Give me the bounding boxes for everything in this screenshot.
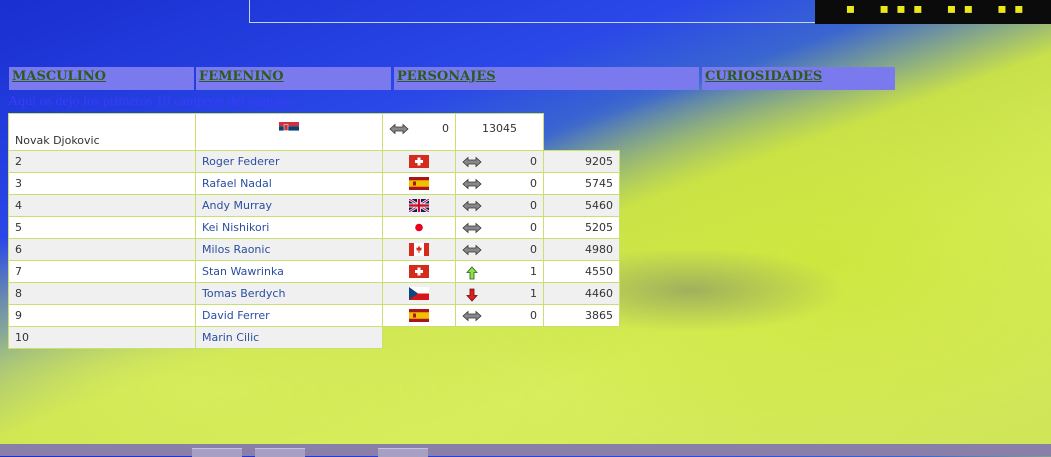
player-name: Rafael Nadal xyxy=(195,172,383,195)
led-clock: ▪ ▪▪▪ ▪▪ ▪▪ xyxy=(815,0,1051,24)
rank-position: 8 xyxy=(8,282,196,305)
rank-change-value: 0 xyxy=(530,221,537,234)
ranking-row: 3 Rafael Nadal 0 5745 xyxy=(8,172,620,195)
rank-position: 6 xyxy=(8,238,196,261)
rank-change-value: 0 xyxy=(530,243,537,256)
player-points: 4460 xyxy=(543,282,620,305)
rank-change-value: 0 xyxy=(442,122,449,135)
nav-link-masculino[interactable]: MASCULINO xyxy=(9,67,194,84)
rank-change-value: 0 xyxy=(530,309,537,322)
arrow-left-right-icon xyxy=(462,244,482,256)
ranking-row: 6 Milos Raonic 0 4980 xyxy=(8,238,620,261)
rank-position: 4 xyxy=(8,194,196,217)
rank-change: 1 xyxy=(455,282,544,305)
player-name: Kei Nishikori xyxy=(195,216,383,239)
flag-cell xyxy=(382,260,456,283)
japan-flag-icon xyxy=(409,221,429,235)
rank-change: 0 xyxy=(455,194,544,217)
taskbar xyxy=(0,444,1051,456)
player-points: 13045 xyxy=(455,113,544,151)
ranking-row: 10 Marin Cilic xyxy=(8,326,620,349)
player-name: Milos Raonic xyxy=(195,238,383,261)
arrow-down-icon xyxy=(462,288,482,302)
player-points: 5205 xyxy=(543,216,620,239)
arrow-left-right-icon xyxy=(462,222,482,234)
rank-change-value: 0 xyxy=(530,155,537,168)
rank-change-value: 1 xyxy=(530,287,537,300)
nav-link-personajes[interactable]: PERSONAJES xyxy=(394,67,699,84)
player-name: David Ferrer xyxy=(195,304,383,327)
rank-change: 0 xyxy=(382,113,456,151)
arrow-left-right-icon xyxy=(462,178,482,190)
rank-position: 2 xyxy=(8,150,196,173)
rank-change: 0 xyxy=(455,150,544,173)
spain-flag-icon xyxy=(409,177,429,191)
flag-cell xyxy=(195,113,383,151)
player-name: Andy Murray xyxy=(195,194,383,217)
player-name: Marin Cilic xyxy=(195,326,383,349)
flag-cell xyxy=(382,194,456,217)
rank-change: 0 xyxy=(455,216,544,239)
rank-change-value: 0 xyxy=(530,199,537,212)
ranking-row: 4 Andy Murray 0 5460 xyxy=(8,194,620,217)
rank-change: 0 xyxy=(455,172,544,195)
player-points: 4550 xyxy=(543,260,620,283)
rank-change-value: 0 xyxy=(530,177,537,190)
flag-cell xyxy=(382,304,456,327)
rank-position: 9 xyxy=(8,304,196,327)
serbia-flag-icon xyxy=(279,121,299,135)
nav-cell-masculino: MASCULINO xyxy=(9,67,194,90)
arrow-left-right-icon xyxy=(462,310,482,322)
top-frame xyxy=(249,0,816,23)
nav-cell-curiosidades: CURIOSIDADES xyxy=(702,67,895,90)
rank-change: 0 xyxy=(455,238,544,261)
flag-cell xyxy=(382,150,456,173)
player-points: 5460 xyxy=(543,194,620,217)
ranking-table: Novak Djokovic 0 13045 2 Roger Federer 0 9205 3… xyxy=(8,113,620,349)
flag-cell xyxy=(382,282,456,305)
arrow-up-icon xyxy=(462,266,482,280)
player-points: 5745 xyxy=(543,172,620,195)
player-name: Stan Wawrinka xyxy=(195,260,383,283)
ranking-row: 8 Tomas Berdych 1 4460 xyxy=(8,282,620,305)
player-name: Tomas Berdych xyxy=(195,282,383,305)
rank-position: 7 xyxy=(8,260,196,283)
rank-position: 10 xyxy=(8,326,196,349)
arrow-left-right-icon xyxy=(462,200,482,212)
nav-cell-personajes: PERSONAJES xyxy=(394,67,699,90)
canada-flag-icon xyxy=(409,243,429,257)
nav-link-curiosidades[interactable]: CURIOSIDADES xyxy=(702,67,895,84)
ranking-row: 2 Roger Federer 0 9205 xyxy=(8,150,620,173)
nav-cell-femenino: FEMENINO xyxy=(196,67,391,90)
flag-cell xyxy=(382,238,456,261)
arrow-left-right-icon xyxy=(389,123,409,135)
rank-change: 1 xyxy=(455,260,544,283)
czech-flag-icon xyxy=(409,287,429,301)
player-points: 4980 xyxy=(543,238,620,261)
arrow-left-right-icon xyxy=(462,156,482,168)
switzerland-flag-icon xyxy=(409,155,429,169)
uk-flag-icon xyxy=(409,199,429,213)
rank-change: 0 xyxy=(455,304,544,327)
player-name: Roger Federer xyxy=(195,150,383,173)
nav-link-femenino[interactable]: FEMENINO xyxy=(196,67,391,84)
ranking-row: 7 Stan Wawrinka 1 4550 xyxy=(8,260,620,283)
spain-flag-icon xyxy=(409,309,429,323)
rank-change-value: 1 xyxy=(530,265,537,278)
player-name: Novak Djokovic xyxy=(8,113,196,151)
rank-position: 5 xyxy=(8,216,196,239)
flag-cell xyxy=(382,172,456,195)
ranking-row: 9 David Ferrer 0 3865 xyxy=(8,304,620,327)
rank-position: 3 xyxy=(8,172,196,195)
player-points: 9205 xyxy=(543,150,620,173)
switzerland-flag-icon xyxy=(409,265,429,279)
player-points: 3865 xyxy=(543,304,620,327)
ranking-row: 5 Kei Nishikori 0 5205 xyxy=(8,216,620,239)
ranking-row: Novak Djokovic 0 13045 xyxy=(8,113,620,151)
flag-cell xyxy=(382,216,456,239)
intro-text: Aqui os dejo los primeros 10 campeón del… xyxy=(8,94,288,109)
